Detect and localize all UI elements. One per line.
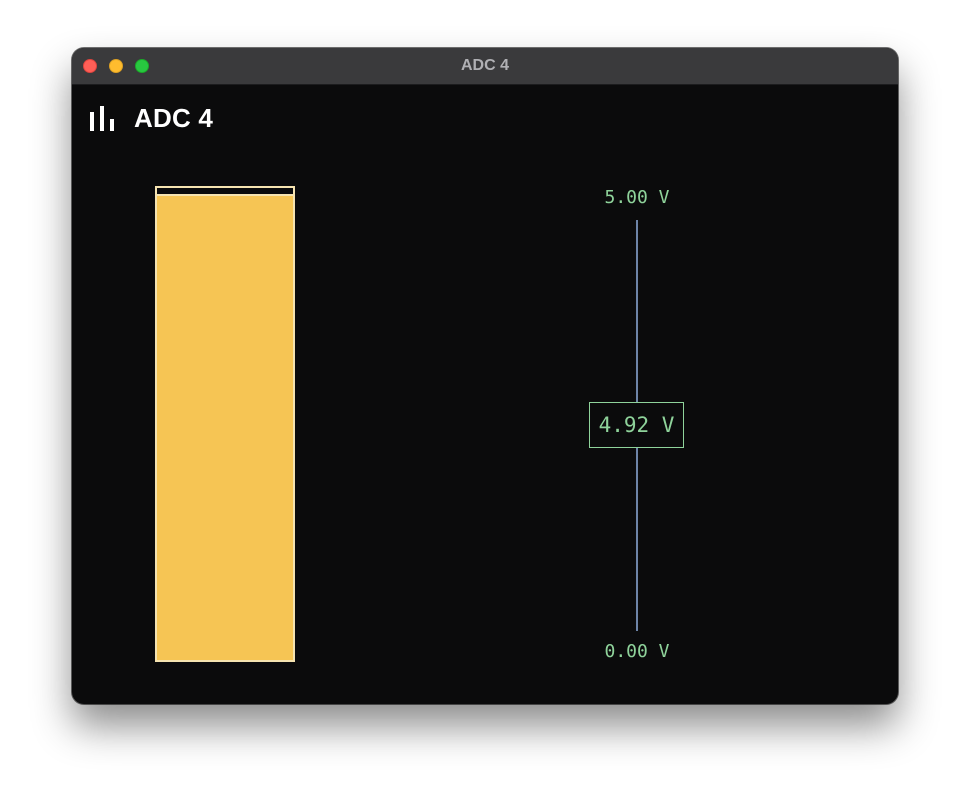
page-title: ADC 4 <box>134 102 214 133</box>
bar-chart-icon <box>90 106 114 131</box>
app-window: ADC 4 ADC 4 5.00 V 4.92 V 0.00 V <box>72 48 898 704</box>
level-bar <box>155 186 295 662</box>
page-header: ADC 4 <box>88 102 213 134</box>
voltage-readout: 4.92 V <box>589 402 684 448</box>
title-bar[interactable]: ADC 4 <box>72 48 898 85</box>
window-title: ADC 4 <box>460 57 509 74</box>
voltage-scale: 5.00 V 4.92 V 0.00 V <box>572 178 702 678</box>
level-fill <box>157 193 293 660</box>
scale-max-label: 5.00 V <box>604 187 670 208</box>
scale-min-label: 0.00 V <box>604 641 670 662</box>
